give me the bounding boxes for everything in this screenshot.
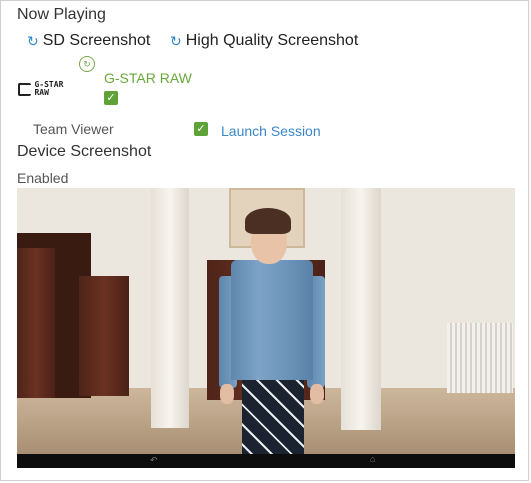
device-screenshot-heading: Device Screenshot [17,143,152,160]
timer-icon: ↻ [79,56,95,72]
launch-session-link[interactable]: Launch Session [221,123,321,139]
team-viewer-checkbox[interactable]: ✓ [194,122,208,136]
device-screenshot-image: ↶ ⌂ [17,188,515,468]
paint-splattered-jeans [242,368,304,454]
hq-screenshot-button[interactable]: ↻ High Quality Screenshot [170,32,358,50]
sd-screenshot-label: SD Screenshot [42,32,151,49]
app-logo: G-STAR RAW [18,80,74,98]
hair [245,208,291,234]
right-hand [310,384,324,404]
hq-screenshot-label: High Quality Screenshot [185,32,359,49]
home-icon[interactable]: ⌂ [370,454,375,464]
left-hand [220,384,234,404]
refresh-icon: ↻ [27,33,39,49]
app-checkbox[interactable]: ✓ [104,91,118,105]
refresh-icon: ↻ [170,33,182,49]
device-status: Enabled [17,170,69,186]
radiator [447,323,513,393]
device-nav-bar: ↶ ⌂ [17,454,515,468]
left-column [151,188,189,428]
app-name: G-STAR RAW [104,70,192,86]
sd-screenshot-button[interactable]: ↻ SD Screenshot [27,32,150,50]
team-viewer-label: Team Viewer [33,121,114,137]
back-arrow-icon[interactable]: ↶ [150,455,158,466]
denim-shirt [231,260,313,380]
left-door [17,248,55,398]
logo-text: G-STAR RAW [34,80,64,97]
right-column [341,188,381,430]
open-door [79,276,129,396]
logo-mark [18,82,32,96]
now-playing-title: Now Playing [17,6,106,23]
